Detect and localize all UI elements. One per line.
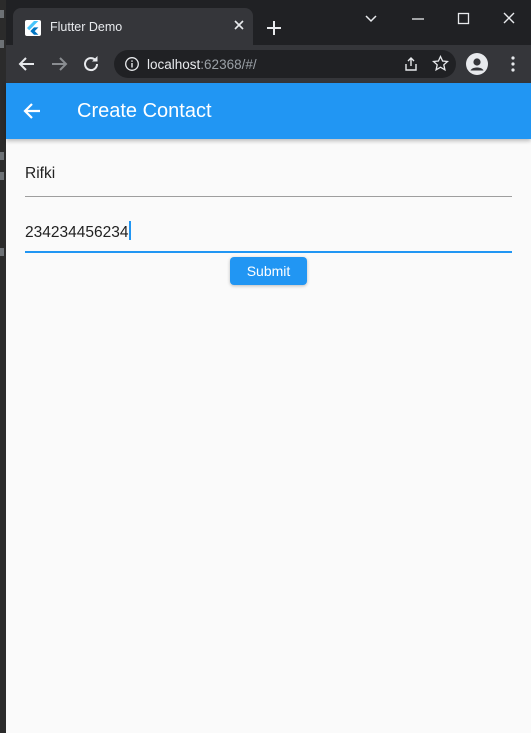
name-field[interactable]: Rifki	[25, 165, 512, 197]
flutter-favicon-icon	[25, 20, 41, 36]
submit-button[interactable]: Submit	[230, 257, 307, 285]
profile-icon[interactable]	[466, 53, 488, 75]
menu-icon[interactable]	[502, 53, 524, 75]
text-cursor	[129, 221, 132, 240]
url-host: localhost	[147, 57, 201, 72]
page-title: Create Contact	[77, 100, 212, 122]
appbar-back-arrow-icon[interactable]	[20, 99, 44, 123]
chevron-down-icon[interactable]	[360, 8, 382, 30]
info-icon[interactable]	[124, 56, 140, 72]
app-bar: Create Contact	[6, 83, 531, 139]
window-close-icon[interactable]	[498, 8, 520, 30]
browser-tab[interactable]: Flutter Demo	[13, 8, 253, 45]
url-text: localhost:62368/#/	[147, 57, 257, 72]
maximize-icon[interactable]	[452, 8, 474, 30]
address-bar[interactable]: localhost:62368/#/	[114, 50, 456, 78]
share-icon[interactable]	[403, 56, 419, 72]
phone-field[interactable]: 234234456234	[25, 221, 512, 253]
forward-arrow-icon[interactable]	[48, 53, 70, 75]
minimize-icon[interactable]	[407, 8, 429, 30]
edge-mark	[0, 10, 4, 18]
edge-mark	[0, 248, 4, 256]
flutter-page: Create Contact Rifki 234234456234 Submit	[6, 83, 531, 733]
star-icon[interactable]	[431, 54, 450, 72]
tab-title: Flutter Demo	[50, 20, 123, 34]
phone-field-content: 234234456234	[25, 221, 132, 242]
name-field-underline	[25, 196, 512, 197]
url-path: :62368/#/	[200, 57, 257, 72]
name-field-value: Rifki	[25, 165, 56, 182]
phone-field-underline	[25, 251, 512, 253]
reload-icon[interactable]	[80, 53, 102, 75]
browser-toolbar: localhost:62368/#/	[6, 45, 531, 83]
back-arrow-icon[interactable]	[16, 53, 38, 75]
plus-icon[interactable]	[264, 18, 284, 38]
phone-field-value: 234234456234	[25, 224, 129, 241]
browser-window: Flutter Demo localhost:62368/#/ Create C…	[6, 0, 531, 733]
tab-strip: Flutter Demo	[6, 0, 531, 45]
edge-mark	[0, 152, 4, 160]
edge-mark	[0, 40, 4, 48]
close-icon[interactable]	[231, 17, 247, 33]
edge-mark	[0, 172, 4, 180]
